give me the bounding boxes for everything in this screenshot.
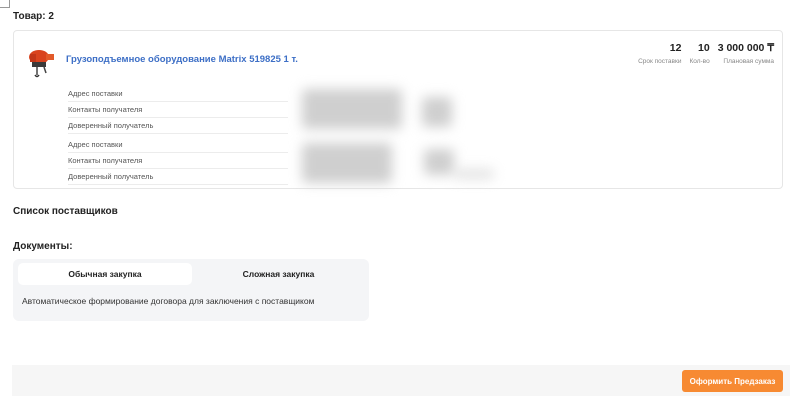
metric-label: Срок поставки bbox=[638, 58, 682, 65]
delivery-info-group-1: Адрес поставки Контакты получателя Довер… bbox=[68, 86, 288, 134]
metric-label: Кол-во bbox=[689, 58, 710, 65]
info-row-address: Адрес поставки bbox=[68, 137, 288, 153]
info-row-trusted-recipient: Доверенный получатель bbox=[68, 118, 288, 134]
redacted-value-block bbox=[454, 169, 494, 179]
submit-preorder-button[interactable]: Оформить Предзаказ bbox=[682, 370, 783, 392]
suppliers-list-title: Список поставщиков bbox=[13, 206, 118, 217]
footer-bar bbox=[12, 365, 790, 396]
info-row-trusted-recipient: Доверенный получатель bbox=[68, 169, 288, 185]
info-row-contacts: Контакты получателя bbox=[68, 102, 288, 118]
product-metrics: 12 Срок поставки 10 Кол-во 3 000 000 ₸ П… bbox=[638, 41, 774, 65]
documents-panel: Обычная закупка Сложная закупка Автомати… bbox=[13, 259, 369, 321]
redacted-value-block bbox=[422, 97, 452, 127]
documents-title: Документы: bbox=[13, 241, 73, 252]
redacted-value-block bbox=[424, 149, 454, 175]
tab-complex-purchase[interactable]: Сложная закупка bbox=[193, 263, 364, 285]
metric-value: 10 bbox=[698, 42, 710, 54]
documents-description: Автоматическое формирование договора для… bbox=[22, 296, 315, 306]
metric-quantity: 10 Кол-во bbox=[689, 41, 709, 65]
metric-delivery-term: 12 Срок поставки bbox=[638, 41, 681, 65]
tab-regular-purchase[interactable]: Обычная закупка bbox=[18, 263, 192, 285]
delivery-info-group-2: Адрес поставки Контакты получателя Довер… bbox=[68, 137, 288, 185]
window-corner-marker bbox=[0, 0, 10, 8]
metric-value: 12 bbox=[669, 42, 682, 54]
info-row-contacts: Контакты получателя bbox=[68, 153, 288, 169]
redacted-value-block bbox=[302, 89, 402, 129]
goods-count-title: Товар: 2 bbox=[13, 11, 54, 22]
redacted-value-block bbox=[302, 143, 392, 183]
info-row-address: Адрес поставки bbox=[68, 86, 288, 102]
product-card: Грузоподъемное оборудование Matrix 51982… bbox=[13, 30, 783, 189]
chain-hoist-image bbox=[24, 42, 62, 78]
product-title-link[interactable]: Грузоподъемное оборудование Matrix 51982… bbox=[66, 54, 298, 65]
metric-value: 3 000 000 ₸ bbox=[717, 42, 774, 54]
metric-planned-sum: 3 000 000 ₸ Плановая сумма bbox=[718, 41, 774, 65]
metric-label: Плановая сумма bbox=[723, 58, 774, 65]
